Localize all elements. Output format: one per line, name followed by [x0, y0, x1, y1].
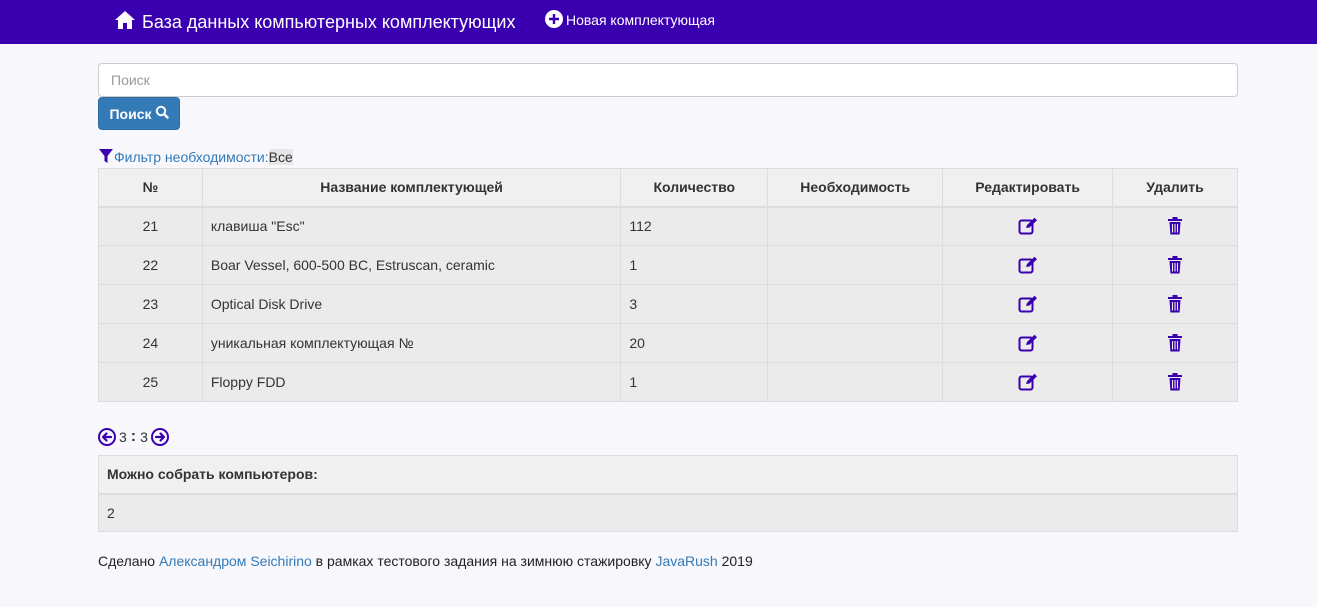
row-delete-cell: [1112, 362, 1238, 402]
edit-icon[interactable]: [1018, 256, 1038, 274]
filter-label: Фильтр необходимости:: [114, 149, 269, 165]
row-necessity: [767, 245, 944, 285]
row-necessity: [767, 362, 944, 402]
new-item-link[interactable]: Новая комплектующая: [545, 0, 715, 40]
edit-icon[interactable]: [1018, 373, 1038, 391]
edit-icon[interactable]: [1018, 295, 1038, 313]
arrow-left-circle-icon[interactable]: [98, 428, 116, 446]
row-quantity: 3: [620, 284, 769, 324]
summary-header: Можно собрать компьютеров:: [98, 455, 1238, 495]
trash-icon[interactable]: [1167, 295, 1183, 313]
navbar: База данных компьютерных комплектующих Н…: [0, 0, 1317, 44]
footer-text-2: в рамках тестового задания на зимнюю ста…: [311, 553, 656, 569]
header-quantity: Количество: [620, 168, 769, 208]
table-row: 22 Boar Vessel, 600-500 BC, Estruscan, ce…: [98, 245, 1238, 285]
pagination: 3 : 3: [98, 427, 169, 447]
row-quantity: 1: [620, 245, 769, 285]
company-link[interactable]: JavaRush: [655, 553, 717, 569]
footer-text-1: Сделано: [98, 553, 159, 569]
edit-icon[interactable]: [1018, 217, 1038, 235]
summary-value: 2: [98, 493, 1238, 532]
search-button-label: Поиск: [109, 105, 152, 122]
row-num: 24: [98, 323, 203, 363]
table-header-row: № Название комплектующей Количество Необ…: [98, 168, 1238, 208]
necessity-filter: Фильтр необходимости: Все: [98, 147, 293, 167]
row-edit-cell: [942, 323, 1114, 363]
row-name: Boar Vessel, 600-500 BC, Estruscan, cera…: [201, 245, 622, 285]
row-necessity: [767, 206, 944, 246]
row-num: 23: [98, 284, 203, 324]
trash-icon[interactable]: [1167, 373, 1183, 391]
row-num: 21: [98, 206, 203, 246]
row-edit-cell: [942, 284, 1114, 324]
table-row: 25 Floppy FDD 1: [98, 362, 1238, 402]
filter-link[interactable]: Фильтр необходимости:: [98, 148, 269, 167]
row-delete-cell: [1112, 245, 1238, 285]
funnel-icon: [98, 148, 114, 167]
edit-icon[interactable]: [1018, 334, 1038, 352]
row-delete-cell: [1112, 284, 1238, 324]
author-link[interactable]: Александром Seichirino: [159, 553, 312, 569]
footer-text-3: 2019: [717, 553, 753, 569]
row-delete-cell: [1112, 206, 1238, 246]
current-page: 3: [119, 429, 127, 445]
row-name: клавиша "Esc": [201, 206, 622, 246]
table-row: 24 уникальная комплектующая № 20: [98, 323, 1238, 363]
row-edit-cell: [942, 362, 1114, 402]
brand-link[interactable]: База данных компьютерных комплектующих: [114, 0, 515, 44]
header-name: Название комплектующей: [201, 168, 622, 208]
row-quantity: 1: [620, 362, 769, 402]
brand-title: База данных компьютерных комплектующих: [142, 11, 516, 32]
search-button[interactable]: Поиск: [98, 97, 180, 130]
table-row: 23 Optical Disk Drive 3: [98, 284, 1238, 324]
arrow-right-circle-icon[interactable]: [150, 428, 169, 446]
row-quantity: 112: [620, 206, 769, 246]
row-name: Floppy FDD: [201, 362, 622, 402]
row-necessity: [767, 323, 944, 363]
row-delete-cell: [1112, 323, 1238, 363]
row-edit-cell: [942, 245, 1114, 285]
row-quantity: 20: [620, 323, 769, 363]
page-separator: :: [130, 428, 137, 445]
row-name: Optical Disk Drive: [201, 284, 622, 324]
summary-table: Можно собрать компьютеров: 2: [98, 455, 1238, 532]
trash-icon[interactable]: [1167, 334, 1183, 352]
header-necessity: Необходимость: [767, 168, 944, 208]
trash-icon[interactable]: [1167, 256, 1183, 274]
home-icon: [114, 10, 142, 35]
total-pages: 3: [140, 429, 148, 445]
header-num: №: [98, 168, 203, 208]
table-row: 21 клавиша "Esc" 112: [98, 206, 1238, 246]
header-edit: Редактировать: [942, 168, 1114, 208]
footer: Сделано Александром Seichirino в рамках …: [98, 553, 753, 571]
plus-circle-icon: [545, 9, 566, 31]
new-item-label: Новая комплектующая: [566, 12, 715, 28]
trash-icon[interactable]: [1167, 217, 1183, 235]
row-num: 22: [98, 245, 203, 285]
row-num: 25: [98, 362, 203, 402]
header-delete: Удалить: [1112, 168, 1238, 208]
row-necessity: [767, 284, 944, 324]
filter-value[interactable]: Все: [268, 149, 293, 165]
row-name: уникальная комплектующая №: [201, 323, 622, 363]
components-table: № Название комплектующей Количество Необ…: [98, 168, 1238, 402]
search-input[interactable]: [98, 63, 1238, 97]
search-icon: [152, 105, 169, 122]
row-edit-cell: [942, 206, 1114, 246]
